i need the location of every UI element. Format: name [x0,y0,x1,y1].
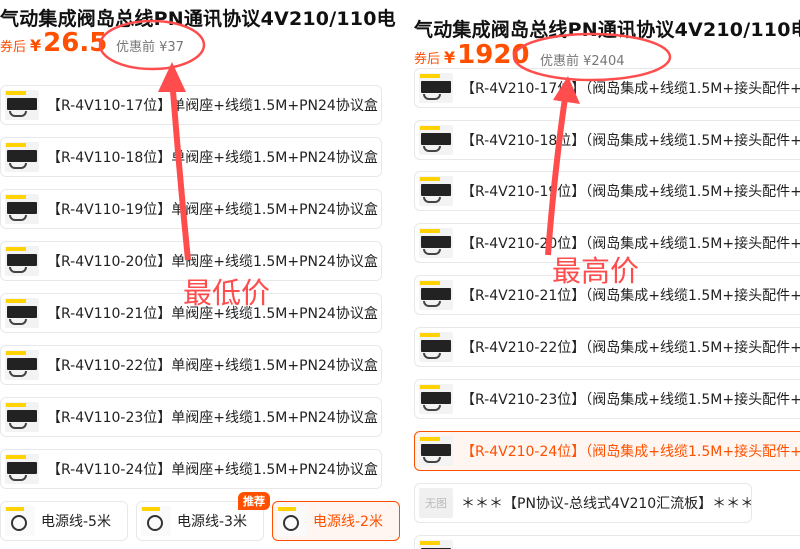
sku-label: 【R-4V110-19位】单阀座+线缆1.5M+PN24协议盒 [47,202,378,218]
sku-option-selected[interactable]: 【R-4V210-24位】（阀岛集成+线缆1.5M+接头配件+ [414,431,800,471]
sku-label: 【R-4V210-22位】（阀岛集成+线缆1.5M+接头配件+ [461,340,800,356]
valve-thumbnail-icon [419,280,453,310]
sku-label: ＊＊＊【PN协议-总线式4V210汇流板】＊＊＊ [461,496,752,512]
sku-option-manifold[interactable]: 无图 ＊＊＊【PN协议-总线式4V210汇流板】＊＊＊ [414,483,752,523]
sku-label: 【R-4V210-24位】（阀岛集成+线缆1.5M+接头配件+ [461,444,800,460]
sku-label: 【R-4V210-23位】（阀岛集成+线缆1.5M+接头配件+ [461,392,800,408]
original-price: 优惠前 ¥37 [116,40,184,55]
sku-option[interactable]: 【R-4V110-17位】单阀座+线缆1.5M+PN24协议盒 [0,85,382,125]
sku-label: 【R-4V110-20位】单阀座+线缆1.5M+PN24协议盒 [47,254,378,270]
lowest-price-annotation: 最低价 [183,276,271,310]
cable-label: 电源线-5米 [41,514,111,530]
valve-thumbnail-icon [419,384,453,414]
cable-label: 电源线-3米 [177,514,247,530]
sku-label: 【R-4V210-19位】（阀岛集成+线缆1.5M+接头配件+ [461,184,800,200]
valve-thumbnail-icon [5,194,39,224]
sku-option[interactable]: 【R-4V110-22位】单阀座+线缆1.5M+PN24协议盒 [0,345,382,385]
sku-option[interactable]: 【R-4V210-23位】（阀岛集成+线缆1.5M+接头配件+ [414,379,800,419]
sku-option[interactable]: 【R-4V110-19位】单阀座+线缆1.5M+PN24协议盒 [0,189,382,229]
cable-coil-icon [141,506,171,536]
valve-thumbnail-icon [419,436,453,466]
currency-symbol: ¥ [444,48,456,67]
sku-option[interactable]: 【R-4V210-17位】（阀岛集成+线缆1.5M+接头配件+ [414,68,800,108]
sku-label: 【R-4V110-23位】单阀座+线缆1.5M+PN24协议盒 [47,410,378,426]
valve-thumbnail-icon [5,402,39,432]
currency-symbol: ¥ [30,36,42,55]
sku-label: 【R-4V110-22位】单阀座+线缆1.5M+PN24协议盒 [47,358,378,374]
highest-price-annotation: 最高价 [552,254,640,288]
cable-coil-icon [5,506,35,536]
valve-thumbnail-icon [419,73,453,103]
valve-thumbnail-icon [419,332,453,362]
product-title: 气动集成阀岛总线PN通讯协议4V210/110电 [414,19,800,41]
valve-thumbnail-icon [419,540,453,549]
final-price: 1920 [457,40,530,70]
cable-label: 电源线-2米 [313,514,383,530]
sku-option[interactable] [414,535,800,549]
original-price: 优惠前 ¥2404 [540,54,625,69]
price-row: 券后 ¥ 26.5 [0,28,107,58]
sku-label: 【R-4V210-18位】（阀岛集成+线缆1.5M+接头配件+ [461,133,800,149]
coupon-label: 券后 [414,52,441,67]
sku-option[interactable]: 【R-4V110-24位】单阀座+线缆1.5M+PN24协议盒 [0,449,382,489]
product-title: 气动集成阀岛总线PN通讯协议4V210/110电 [0,8,396,30]
valve-thumbnail-icon [5,298,39,328]
price-row: 券后 ¥ 1920 [414,40,530,70]
sku-label: 【R-4V110-17位】单阀座+线缆1.5M+PN24协议盒 [47,98,378,114]
cable-option[interactable]: 电源线-5米 [0,501,128,541]
valve-thumbnail-icon [5,90,39,120]
sku-option[interactable]: 【R-4V210-22位】（阀岛集成+线缆1.5M+接头配件+ [414,327,800,367]
valve-thumbnail-icon [5,142,39,172]
final-price: 26.5 [43,28,108,58]
valve-thumbnail-icon [419,176,453,206]
sku-label: 【R-4V110-18位】单阀座+线缆1.5M+PN24协议盒 [47,150,378,166]
sku-option[interactable]: 【R-4V110-23位】单阀座+线缆1.5M+PN24协议盒 [0,397,382,437]
valve-thumbnail-icon [419,228,453,258]
sku-option[interactable]: 【R-4V110-18位】单阀座+线缆1.5M+PN24协议盒 [0,137,382,177]
valve-thumbnail-icon [5,350,39,380]
cable-coil-icon [277,506,307,536]
recommend-badge: 推荐 [238,492,270,510]
sku-option[interactable]: 【R-4V210-18位】（阀岛集成+线缆1.5M+接头配件+ [414,120,800,160]
sku-label: 【R-4V110-24位】单阀座+线缆1.5M+PN24协议盒 [47,462,378,478]
no-image-placeholder: 无图 [419,488,453,518]
sku-label: 【R-4V210-17位】（阀岛集成+线缆1.5M+接头配件+ [461,81,800,97]
cable-option-selected[interactable]: 电源线-2米 [272,501,400,541]
valve-thumbnail-icon [5,246,39,276]
valve-thumbnail-icon [419,125,453,155]
valve-thumbnail-icon [5,454,39,484]
coupon-label: 券后 [0,40,27,55]
sku-option[interactable]: 【R-4V210-19位】（阀岛集成+线缆1.5M+接头配件+ [414,171,800,211]
